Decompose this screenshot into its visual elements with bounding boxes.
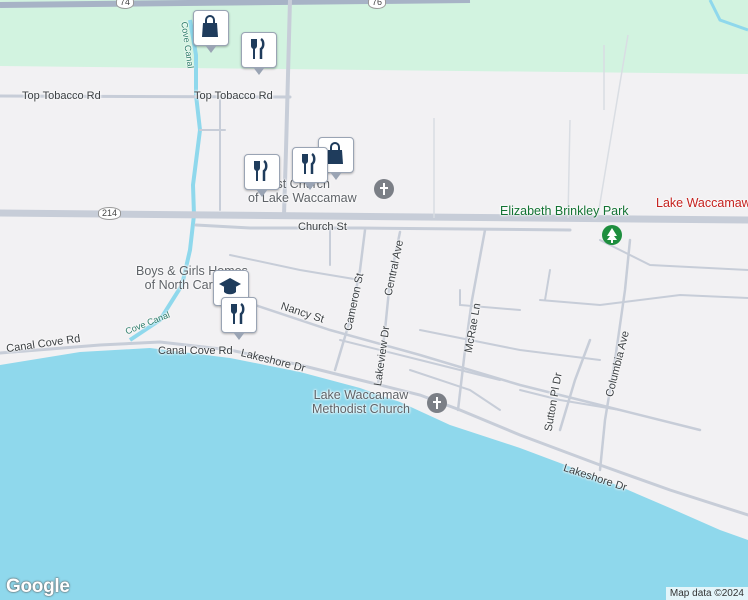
road-label-top-tobacco-right: Top Tobacco Rd <box>194 90 273 102</box>
church-icon[interactable] <box>374 179 394 199</box>
restaurant-pin[interactable] <box>241 32 277 75</box>
restaurant-icon <box>302 152 316 174</box>
google-logo: Google <box>6 576 70 597</box>
map-canvas[interactable]: 74 76 214 Top Tobacco Rd Top Tobacco Rd … <box>0 0 748 600</box>
shopping-bag-icon <box>202 15 218 37</box>
place-label-lake-waccamaw[interactable]: Lake Waccamaw <box>656 196 748 210</box>
shopping-bag-pin[interactable] <box>193 10 229 53</box>
road-label-church-st: Church St <box>298 221 347 233</box>
restaurant-icon <box>231 302 245 324</box>
church-icon[interactable] <box>427 393 447 413</box>
map-base-layer <box>0 0 748 600</box>
restaurant-pin[interactable] <box>221 297 257 340</box>
nc-214-shield: 214 <box>98 207 122 220</box>
poi-label-park[interactable]: Elizabeth Brinkley Park <box>500 204 629 218</box>
park-area <box>0 0 748 74</box>
poi-label-methodist-church[interactable]: Lake Waccamaw Methodist Church <box>312 388 410 416</box>
restaurant-icon <box>254 159 268 181</box>
restaurant-icon <box>251 37 265 59</box>
road-label-canal-cove-right: Canal Cove Rd <box>158 345 233 357</box>
map-attribution[interactable]: Map data ©2024 <box>665 587 748 600</box>
road-label-top-tobacco-left: Top Tobacco Rd <box>22 90 101 102</box>
restaurant-pin[interactable] <box>292 147 328 190</box>
park-tree-icon[interactable] <box>602 225 622 245</box>
lake-waccamaw-water <box>0 348 748 600</box>
restaurant-pin[interactable] <box>244 154 280 197</box>
